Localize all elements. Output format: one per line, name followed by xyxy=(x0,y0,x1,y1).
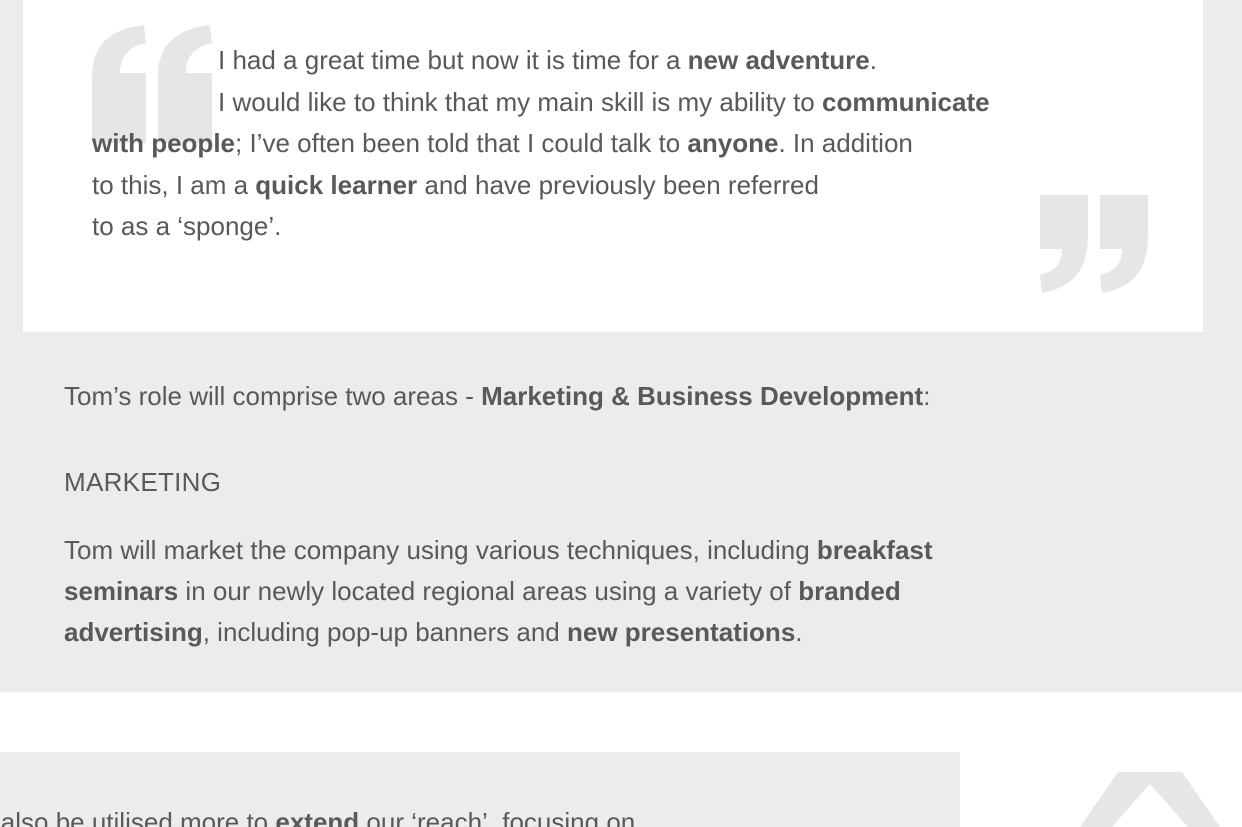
marketing-emphasis: seminars xyxy=(64,576,179,606)
marketing-text-segment: , including pop-up banners and xyxy=(202,617,567,647)
bottom-text-segment: ll also be utilised more to xyxy=(0,807,276,827)
marketing-emphasis: branded xyxy=(798,576,901,606)
quote-emphasis: quick learner xyxy=(255,169,418,200)
bottom-text-segment: our ‘reach’, focusing on xyxy=(359,807,636,827)
quote-line: I would like to think that my main skill… xyxy=(92,82,1152,124)
marketing-text-segment: Tom will market the company using variou… xyxy=(64,535,817,565)
marketing-text-segment: in our newly located regional areas usin… xyxy=(178,576,799,606)
marketing-line: advertising, including pop-up banners an… xyxy=(64,612,1214,653)
quote-text-segment: . xyxy=(869,45,877,75)
quote-text: I had a great time but now it is time fo… xyxy=(92,40,1152,248)
top-section: I had a great time but now it is time fo… xyxy=(0,0,1242,692)
marketing-line: seminars in our newly located regional a… xyxy=(64,571,1214,612)
role-intro-emphasis: Marketing & Business Development xyxy=(481,381,924,411)
bottom-card: ll also be utilised more to extend our ‘… xyxy=(0,752,960,827)
quote-text-segment: to as a ‘sponge’. xyxy=(92,211,282,241)
quote-text-segment: I would like to think that my main skill… xyxy=(218,86,822,117)
role-intro-text: : xyxy=(923,381,931,411)
quote-line: I had a great time but now it is time fo… xyxy=(92,40,1152,82)
quote-emphasis: anyone xyxy=(687,128,779,158)
quote-text-segment: to this, I am a xyxy=(92,169,256,200)
quote-emphasis: with people xyxy=(92,128,235,158)
up-arrow-icon xyxy=(1080,772,1220,827)
marketing-emphasis: breakfast xyxy=(816,535,933,565)
quote-emphasis: communicate xyxy=(821,86,990,117)
marketing-line: Tom will market the company using variou… xyxy=(64,530,1214,571)
page: I had a great time but now it is time fo… xyxy=(0,0,1242,827)
quote-line: to this, I am a quick learner and have p… xyxy=(92,165,1152,207)
marketing-emphasis: advertising xyxy=(64,617,203,647)
role-intro-text: Tom’s role will comprise two areas - xyxy=(64,381,482,411)
marketing-text-segment: . xyxy=(795,617,803,647)
bottom-paragraph: ll also be utilised more to extend our ‘… xyxy=(0,806,635,827)
bottom-emphasis: extend xyxy=(275,807,360,827)
quote-text-segment: and have previously been referred xyxy=(417,169,819,200)
marketing-paragraph: Tom will market the company using variou… xyxy=(64,530,1214,653)
quote-text-segment: I had a great time but now it is time fo… xyxy=(218,45,688,75)
quote-text-segment: . In addition xyxy=(778,128,913,158)
marketing-emphasis: new presentations xyxy=(567,617,796,647)
quote-emphasis: new adventure xyxy=(687,45,870,75)
role-intro: Tom’s role will comprise two areas - Mar… xyxy=(64,380,930,412)
section-heading-marketing: MARKETING xyxy=(64,467,222,497)
quote-line: to as a ‘sponge’. xyxy=(92,206,1152,248)
quote-line: with people; I’ve often been told that I… xyxy=(92,123,1152,165)
quote-text-segment: ; I’ve often been told that I could talk… xyxy=(235,128,688,158)
